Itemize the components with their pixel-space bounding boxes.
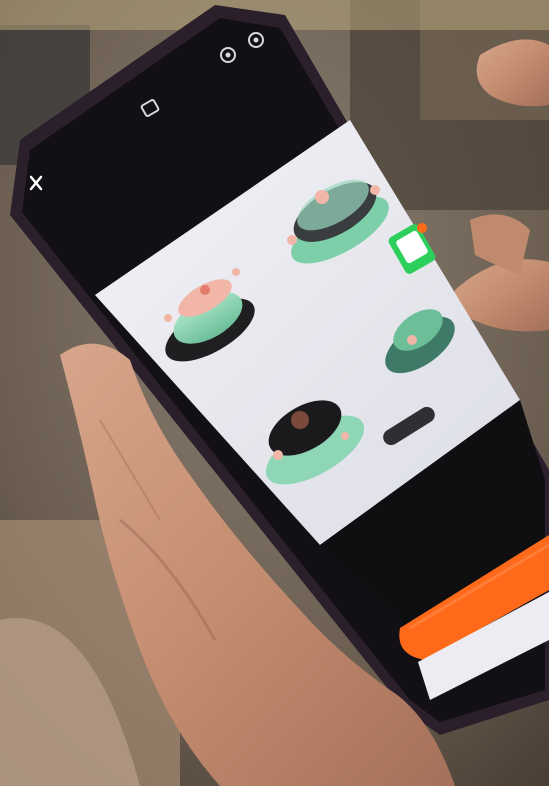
photo-scene [0,0,549,786]
